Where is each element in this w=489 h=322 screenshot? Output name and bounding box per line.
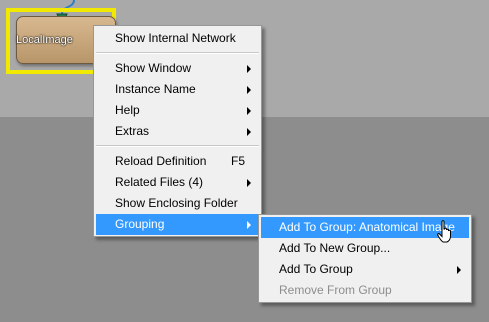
menu-item-label: Show Internal Network [115,31,236,45]
context-menu: Show Internal Network Show Window Instan… [93,25,262,237]
menu-item-show-internal-network[interactable]: Show Internal Network [96,28,259,49]
menu-item-label: Help [115,103,140,117]
menu-item-label: Related Files (4) [115,175,204,189]
menu-separator [96,145,259,147]
menu-item-extras[interactable]: Extras [96,121,259,142]
menu-item-label: Add To Group: Anatomical Image [279,220,455,234]
menu-item-add-to-group[interactable]: Add To Group [261,259,469,280]
menu-item-label: Add To New Group... [279,241,391,255]
submenu-arrow-icon [247,221,251,229]
submenu-arrow-icon [457,266,461,274]
menu-item-label: Reload Definition [115,154,207,168]
menu-item-grouping[interactable]: Grouping [96,214,259,235]
shortcut-label: F5 [230,154,245,168]
menu-item-show-enclosing-folder[interactable]: Show Enclosing Folder [96,193,259,214]
submenu-arrow-icon [247,179,251,187]
submenu-arrow-icon [247,86,251,94]
submenu-arrow-icon [247,128,251,136]
submenu-arrow-icon [247,65,251,73]
menu-item-instance-name[interactable]: Instance Name [96,79,259,100]
submenu-arrow-icon [247,107,251,115]
menu-item-label: Remove From Group [279,283,392,297]
menu-item-label: Grouping [115,217,165,231]
menu-item-label: Extras [115,124,150,138]
menu-item-label: Show Enclosing Folder [115,196,238,210]
menu-item-related-files[interactable]: Related Files (4) [96,172,259,193]
menu-item-label: Instance Name [115,82,196,96]
hand-cursor-icon [437,220,451,243]
menu-item-reload-definition[interactable]: Reload Definition F5 [96,151,259,172]
menu-item-label: Add To Group [279,262,353,276]
menu-separator [96,52,259,54]
node-label: LocalImage [16,34,73,46]
menu-item-remove-from-group: Remove From Group [261,280,469,301]
menu-item-label: Show Window [115,61,192,75]
menu-item-help[interactable]: Help [96,100,259,121]
menu-item-show-window[interactable]: Show Window [96,58,259,79]
